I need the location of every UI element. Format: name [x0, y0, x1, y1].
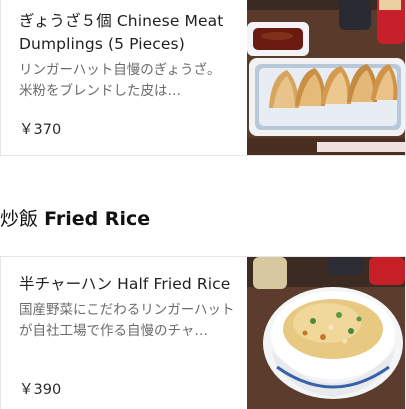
menu-item-description: リンガーハット自慢のぎょうざ。 米粉をブレンドした皮は… [19, 62, 228, 99]
menu-item-card-fried-rice[interactable]: 半チャーハン Half Fried Rice 国産野菜にこだわるリンガーハットが… [0, 256, 406, 409]
menu-item-text: ぎょうざ５個 Chinese Meat Dumplings (5 Pieces)… [19, 10, 235, 102]
menu-item-name: 半チャーハン Half Fried Rice [19, 275, 231, 293]
section-title-jp: 炒飯 [0, 208, 39, 230]
menu-item-price: ￥370 [19, 122, 62, 138]
menu-item-text: 半チャーハン Half Fried Rice 国産野菜にこだわるリンガーハットが… [19, 273, 235, 342]
menu-item-description: 国産野菜にこだわるリンガーハットが自社工場で作る自慢のチャ… [19, 302, 235, 339]
fried-rice-photo [247, 257, 405, 409]
menu-item-card-gyoza[interactable]: ぎょうざ５個 Chinese Meat Dumplings (5 Pieces)… [0, 0, 406, 156]
section-title-fried-rice: 炒飯 Fried Rice [0, 204, 150, 231]
section-title-en: Fried Rice [44, 208, 151, 230]
menu-item-name: ぎょうざ５個 Chinese Meat Dumplings (5 Pieces) [19, 12, 224, 53]
gyoza-photo [247, 0, 405, 155]
menu-item-price: ￥390 [19, 382, 62, 398]
